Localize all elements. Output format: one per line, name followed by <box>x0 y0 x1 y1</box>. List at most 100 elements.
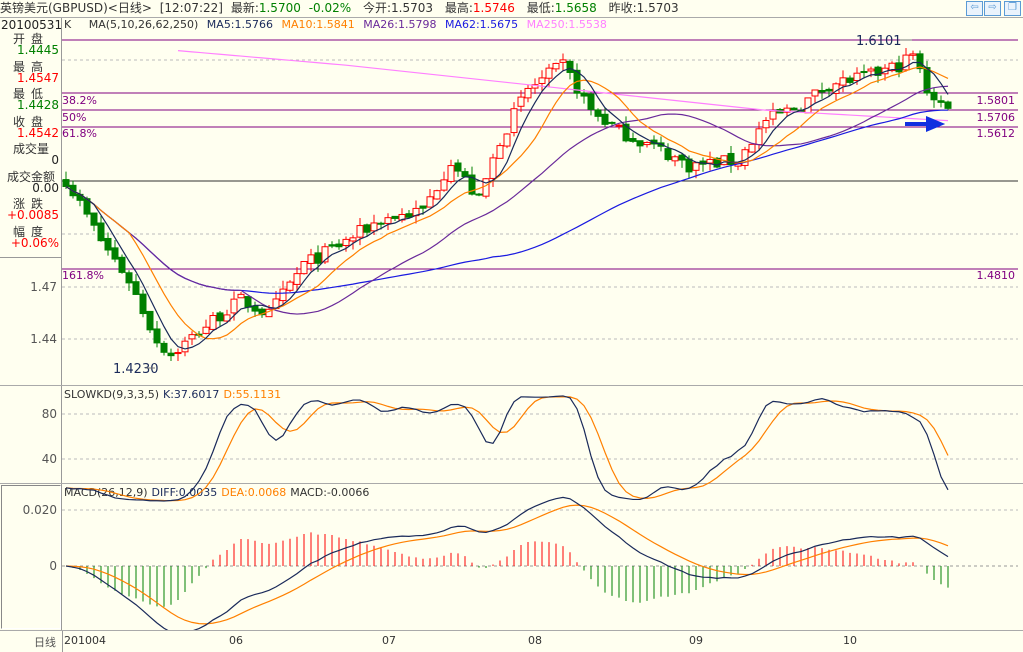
candle-up <box>237 293 245 299</box>
candle-down <box>132 281 140 295</box>
quote-value: 1.4445 <box>17 43 59 57</box>
candle-up <box>202 326 210 334</box>
fib-1618-label: 161.8% <box>62 269 104 282</box>
candle-down <box>594 109 602 117</box>
kd-lines <box>65 395 949 502</box>
time-axis: 日线 201004 06 07 08 09 10 <box>0 630 1023 652</box>
candle-up <box>643 141 651 146</box>
candle-up <box>496 145 504 159</box>
candle-up <box>503 133 511 147</box>
candle-down <box>153 328 161 344</box>
candle-up <box>811 89 819 97</box>
candle-up <box>188 334 196 340</box>
candle-down <box>251 305 259 312</box>
latest-field: 最新:1.5700 -0.02% <box>231 1 355 15</box>
open-value: 1.5703 <box>391 1 434 15</box>
candle-up <box>762 119 770 129</box>
candle-down <box>566 60 574 73</box>
low-label: 最低: <box>526 1 555 15</box>
quote-value: 1.4428 <box>17 98 59 112</box>
quote-value: 0 <box>51 153 59 167</box>
candle-up <box>545 67 553 79</box>
candle-up <box>384 217 392 224</box>
restore-window-icon[interactable]: ❐ <box>1004 1 1021 16</box>
latest-value: 1.5700 <box>258 1 301 15</box>
candle-down <box>790 107 798 111</box>
time-tick: 06 <box>229 634 243 647</box>
macd-chart <box>65 496 949 630</box>
candle-down <box>916 53 924 70</box>
candle-down <box>944 101 952 109</box>
fib-382-label: 38.2% <box>62 94 97 107</box>
candle-up <box>433 190 441 200</box>
fib-50-value: 1.5706 <box>977 111 1016 124</box>
high-annotation: 1.6101 <box>856 34 902 49</box>
candle-down <box>601 113 609 125</box>
candle-up <box>181 340 189 353</box>
candle-down <box>825 88 833 92</box>
candle-up <box>489 157 497 179</box>
candle-up <box>349 237 357 242</box>
candle-down <box>419 205 427 209</box>
open-label: 今开: <box>362 1 392 15</box>
low-field: 最低:1.5658 <box>527 1 601 15</box>
candle-up <box>174 352 182 355</box>
prev-label: 昨收: <box>608 1 637 15</box>
candle-down <box>111 247 119 260</box>
candle-up <box>748 143 756 153</box>
candle-down <box>475 193 483 196</box>
candle-up <box>370 222 378 232</box>
candle-up <box>286 281 294 291</box>
quote-value: 1.4542 <box>17 125 59 140</box>
candle-up <box>510 108 518 134</box>
forward-arrow-icon[interactable]: ⇨ <box>984 1 1001 16</box>
candle-down <box>454 162 462 172</box>
candle-down <box>146 310 154 331</box>
candle-down <box>937 100 945 103</box>
candle-down <box>125 272 133 284</box>
back-arrow-icon[interactable]: ⇦ <box>966 1 983 16</box>
fib-1618-value: 1.4810 <box>977 269 1016 282</box>
price-chart[interactable]: 1.6101 1.4230 38.2% 50% 61.8% 161.8% 1.5… <box>62 30 1023 630</box>
time-tick: 10 <box>843 634 857 647</box>
candle-up <box>440 179 448 191</box>
change-pct: -0.02% <box>308 1 352 15</box>
time-tick: 08 <box>528 634 542 647</box>
quote-value: +0.06% <box>10 235 59 250</box>
candle-up <box>517 96 525 107</box>
ma26-line <box>65 85 949 315</box>
candle-down <box>104 237 112 251</box>
high-field: 最高:1.5746 <box>445 1 519 15</box>
prev-field: 昨收:1.5703 <box>609 1 683 15</box>
period-label: 日线 <box>34 636 56 649</box>
candle-down <box>930 91 938 101</box>
ma10-line <box>65 66 949 340</box>
candle-down <box>587 93 595 110</box>
candle-down <box>160 342 168 353</box>
kd-d-line <box>65 396 949 502</box>
candle-up <box>279 288 287 302</box>
candle-up <box>230 298 238 314</box>
indicator-box <box>1 485 61 629</box>
quote-value: 0.00 <box>32 180 59 195</box>
candle-up <box>300 261 308 275</box>
candle-down <box>664 148 672 161</box>
candle-down <box>629 138 637 142</box>
candle-up <box>447 165 455 182</box>
instrument-title: 英镑美元(GBPUSD)<日线> <box>0 1 152 15</box>
candle-down <box>335 243 343 248</box>
price-axis-label: 1.44 <box>30 332 57 346</box>
latest-label: 最新: <box>230 1 259 15</box>
time-tick: 09 <box>689 634 703 647</box>
candle-down <box>139 293 147 315</box>
candle-down <box>636 140 644 147</box>
kd-axis-label: 80 <box>41 407 57 421</box>
candles <box>62 48 952 362</box>
prev-value: 1.5703 <box>636 1 679 15</box>
low-value: 1.5658 <box>554 1 597 15</box>
high-value: 1.5746 <box>472 1 515 15</box>
time-tick: 201004 <box>64 634 106 647</box>
quote-value: +0.0085 <box>6 208 59 222</box>
candle-up <box>538 77 546 84</box>
time-tick: 07 <box>382 634 396 647</box>
